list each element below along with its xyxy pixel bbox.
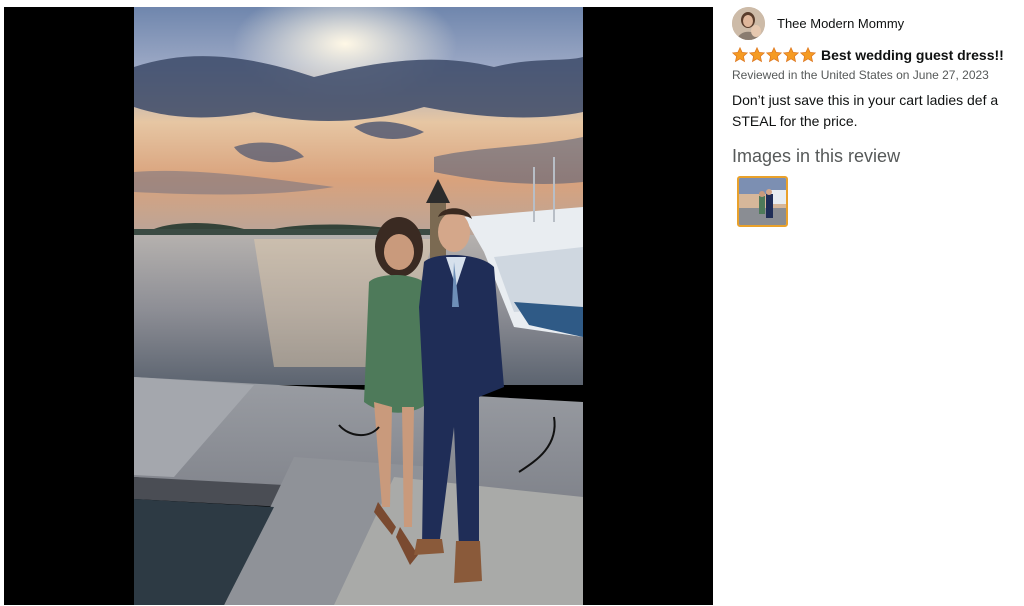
review-image-thumbnail[interactable]: [737, 176, 788, 227]
review-date: Reviewed in the United States on June 27…: [732, 68, 989, 82]
star-icon: [766, 47, 782, 63]
review-image-viewer: Thee Modern Mommy Best wedding guest dre…: [0, 0, 1024, 606]
star-rating[interactable]: [732, 47, 817, 63]
avatar-image: [732, 6, 765, 40]
media-viewer: [4, 7, 713, 605]
images-in-review-heading: Images in this review: [732, 146, 901, 166]
review-body: Don’t just save this in your cart ladies…: [732, 92, 999, 129]
reviewer-avatar[interactable]: [732, 6, 765, 40]
review-panel: Thee Modern Mommy Best wedding guest dre…: [732, 6, 1018, 227]
star-icon: [732, 47, 748, 63]
review-photo[interactable]: [134, 7, 583, 605]
reviewer-profile[interactable]: Thee Modern Mommy: [732, 6, 1018, 40]
review-photo-thumbnail-icon: [739, 178, 786, 225]
star-icon: [749, 47, 765, 63]
star-icon: [783, 47, 799, 63]
review-photo-image: [134, 7, 583, 605]
review-title[interactable]: Best wedding guest dress!!: [821, 47, 1004, 63]
rating-row: Best wedding guest dress!!: [732, 46, 1018, 64]
reviewer-name[interactable]: Thee Modern Mommy: [777, 16, 904, 31]
star-icon: [800, 47, 816, 63]
